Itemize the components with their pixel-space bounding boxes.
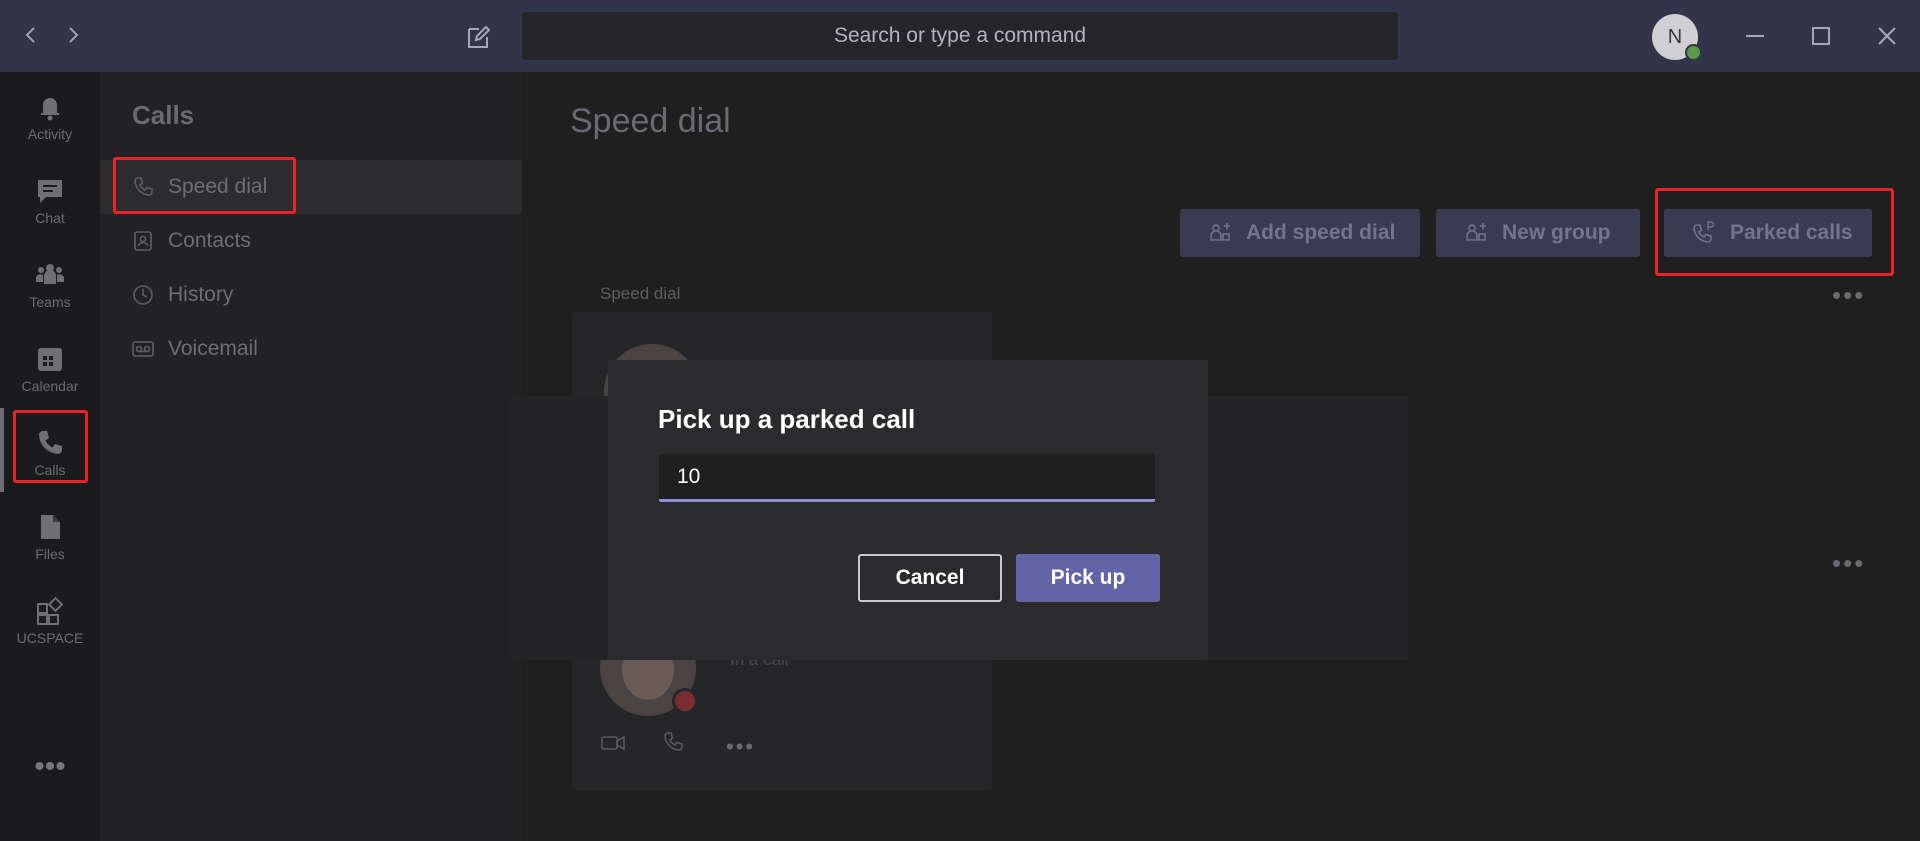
rail-item-chat[interactable]: Chat (0, 164, 100, 244)
nav-item-contacts[interactable]: Contacts (100, 214, 522, 268)
panel-title: Calls (132, 100, 195, 130)
clock-icon (132, 284, 154, 306)
minimize-icon[interactable] (1742, 23, 1768, 49)
teams-icon (35, 260, 65, 290)
rail-item-activity[interactable]: Activity (0, 80, 100, 160)
dialog-title: Pick up a parked call (658, 404, 916, 434)
add-speed-dial-button[interactable]: Add speed dial (1180, 209, 1420, 257)
park-code-input[interactable] (659, 454, 1155, 502)
parked-call-icon (1692, 220, 1718, 246)
new-group-button[interactable]: New group (1436, 209, 1640, 257)
phone-icon (132, 176, 154, 198)
button-label: New group (1502, 221, 1611, 244)
voicemail-icon (132, 338, 154, 360)
bell-icon (35, 92, 65, 122)
contacts-icon (132, 230, 154, 252)
section-more-icon[interactable]: ••• (1832, 550, 1865, 576)
more-apps-icon[interactable]: ••• (30, 752, 70, 782)
calls-panel: Calls Speed dial Contacts History Voicem… (100, 72, 522, 841)
rail-item-calendar[interactable]: Calendar (0, 332, 100, 412)
app-rail: Activity Chat Teams Calendar Calls Files (0, 72, 100, 841)
rail-label: Calendar (21, 378, 79, 394)
nav-label: History (168, 283, 234, 306)
nav-label: Voicemail (168, 337, 258, 360)
search-input[interactable]: Search or type a command (522, 12, 1398, 60)
close-icon[interactable] (1874, 23, 1900, 49)
rail-label: UCSPACE (16, 630, 84, 646)
add-contact-icon (1208, 220, 1234, 246)
pick-up-parked-call-dialog: Pick up a parked call Cancel Pick up (608, 360, 1208, 660)
rail-label: Activity (27, 126, 73, 142)
button-label: Parked calls (1730, 221, 1853, 244)
rail-label: Chat (35, 210, 65, 226)
nav-item-history[interactable]: History (100, 268, 522, 322)
rail-label: Calls (34, 462, 66, 478)
rail-active-indicator (0, 408, 4, 492)
rail-label: Teams (29, 294, 71, 310)
card-more-icon[interactable]: ••• (726, 736, 755, 758)
rail-item-teams[interactable]: Teams (0, 248, 100, 328)
calendar-icon (35, 344, 65, 374)
page-title: Speed dial (570, 102, 731, 140)
add-group-icon (1464, 220, 1490, 246)
apps-icon (35, 596, 65, 626)
cancel-button[interactable]: Cancel (858, 554, 1002, 602)
rail-item-calls[interactable]: Calls (0, 416, 100, 496)
title-bar: Search or type a command N (0, 0, 1920, 72)
audio-call-icon[interactable] (662, 730, 688, 756)
button-label: Add speed dial (1246, 221, 1396, 244)
chat-icon (35, 176, 65, 206)
nav-item-speed-dial[interactable]: Speed dial (100, 160, 522, 214)
phone-icon (35, 428, 65, 458)
rail-label: Files (35, 546, 65, 562)
nav-label: Contacts (168, 229, 251, 252)
forward-arrow-icon[interactable] (62, 24, 84, 46)
video-call-icon[interactable] (600, 730, 626, 756)
presence-available-icon (1685, 44, 1702, 61)
pick-up-button[interactable]: Pick up (1016, 554, 1160, 602)
section-label-speed-dial: Speed dial (600, 284, 681, 303)
rail-item-files[interactable]: Files (0, 500, 100, 580)
compose-icon[interactable] (466, 24, 492, 50)
parked-calls-button[interactable]: Parked calls (1664, 209, 1872, 257)
file-icon (35, 512, 65, 542)
rail-item-ucspace[interactable]: UCSPACE (0, 584, 100, 664)
nav-label: Speed dial (168, 175, 268, 198)
back-arrow-icon[interactable] (20, 24, 42, 46)
presence-busy-icon (672, 688, 698, 714)
maximize-icon[interactable] (1808, 23, 1834, 49)
nav-item-voicemail[interactable]: Voicemail (100, 322, 522, 376)
section-more-icon[interactable]: ••• (1832, 282, 1865, 308)
